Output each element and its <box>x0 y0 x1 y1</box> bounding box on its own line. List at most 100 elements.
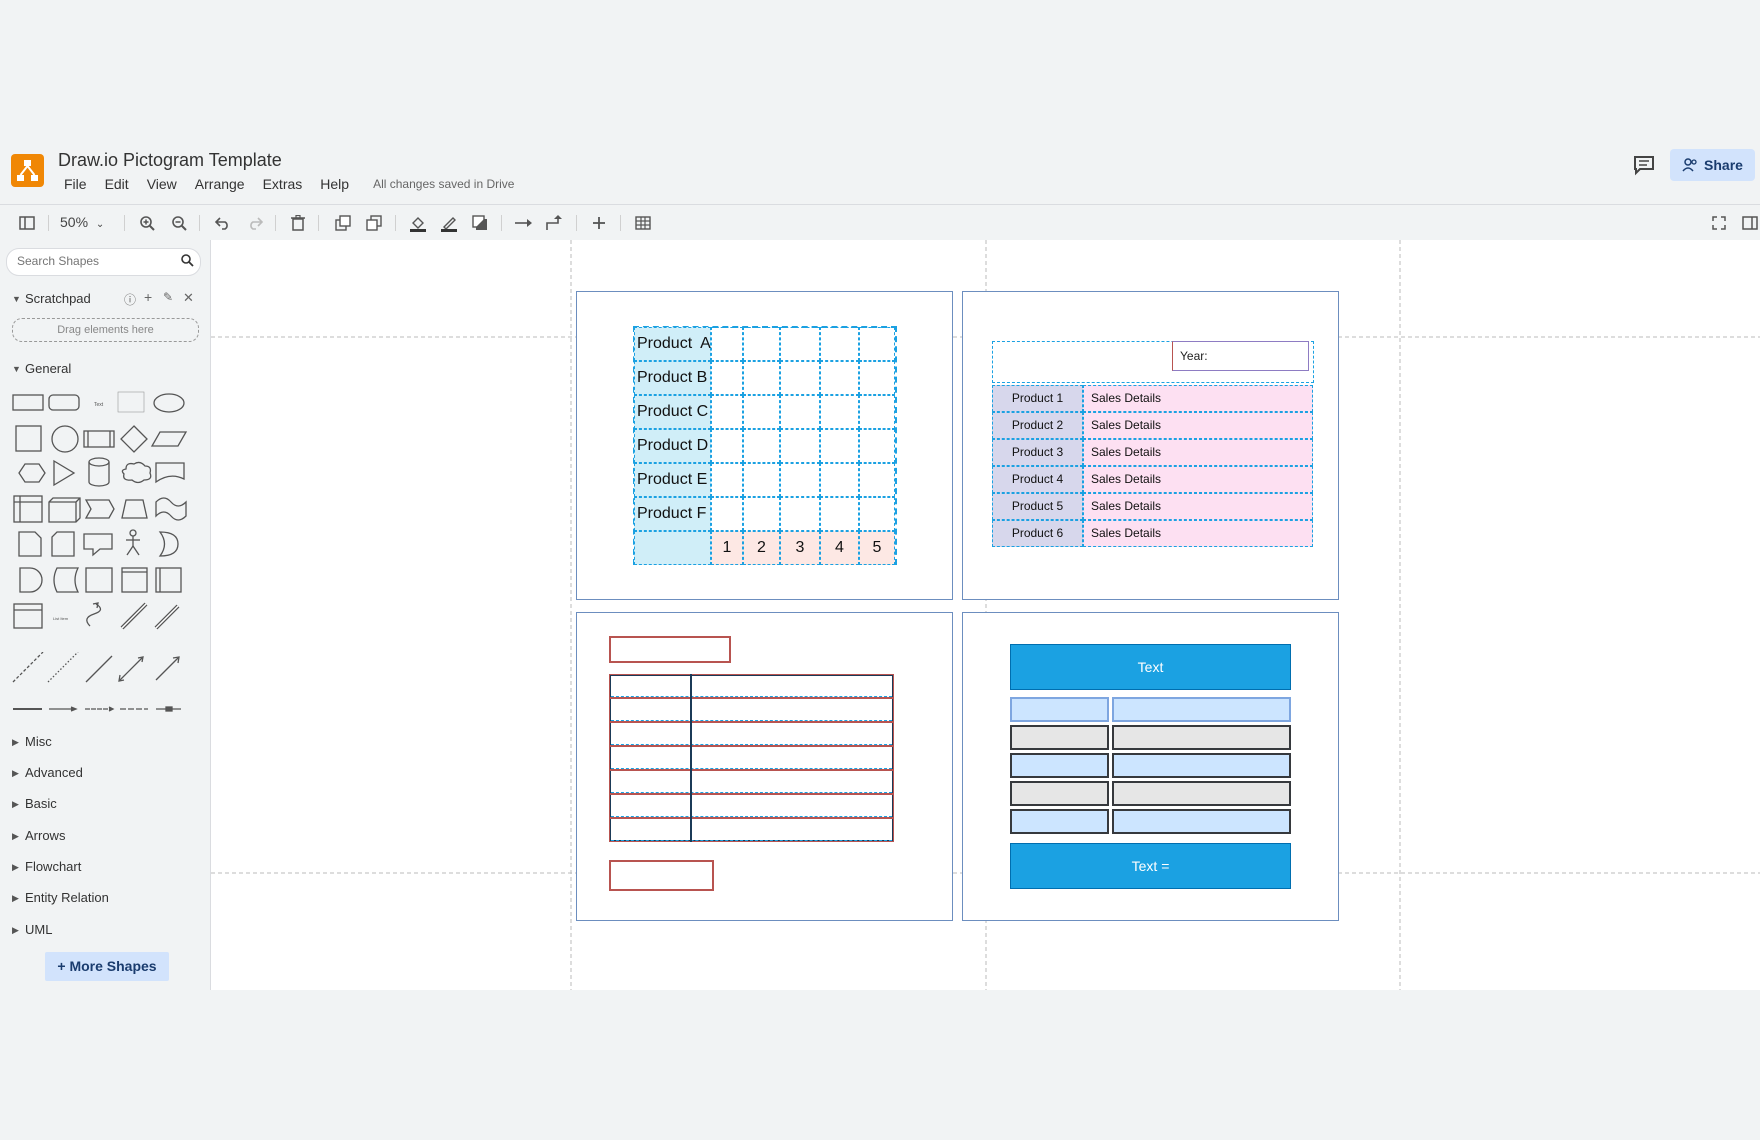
pictogram-cell[interactable] <box>743 497 780 531</box>
pictogram-cell[interactable] <box>859 429 895 463</box>
outline-table-page[interactable] <box>576 612 953 921</box>
blue-table-header[interactable]: Text <box>1010 644 1291 690</box>
pictogram-cell[interactable] <box>820 361 859 395</box>
pictogram-cell[interactable] <box>820 463 859 497</box>
section-uml[interactable]: UML <box>25 922 52 937</box>
advanced-caret-icon[interactable]: ▶ <box>12 768 19 779</box>
section-arrows[interactable]: Arrows <box>25 828 65 843</box>
share-button[interactable]: Share <box>1670 149 1755 181</box>
menu-view[interactable]: View <box>147 176 177 192</box>
connection-icon[interactable] <box>514 213 534 233</box>
more-shapes-button[interactable]: + More Shapes <box>45 952 169 981</box>
outline-table-cell[interactable] <box>691 698 894 722</box>
blue-table-cell[interactable] <box>1112 809 1291 834</box>
search-box[interactable] <box>6 248 201 276</box>
zoom-out-icon[interactable] <box>169 213 189 233</box>
outline-table-cell[interactable] <box>609 818 691 842</box>
outline-table-cell[interactable] <box>609 674 691 698</box>
scratchpad-label[interactable]: Scratchpad <box>25 291 91 306</box>
section-entity-relation[interactable]: Entity Relation <box>25 890 109 905</box>
sales-details-cell[interactable]: Sales Details <box>1083 385 1313 412</box>
diagram-canvas[interactable]: Product A Product B Product C Product D Prod… <box>211 240 1760 990</box>
pictogram-cell[interactable] <box>859 327 895 361</box>
outline-table-cell[interactable] <box>691 770 894 794</box>
pictogram-corner-cell[interactable] <box>634 531 711 565</box>
to-back-icon[interactable] <box>364 213 384 233</box>
pictogram-column-number[interactable]: 3 <box>780 531 820 565</box>
outline-table-cell[interactable] <box>691 818 894 842</box>
pictogram-row-label[interactable]: Product F <box>634 497 711 531</box>
pictogram-cell[interactable] <box>780 497 820 531</box>
fullscreen-icon[interactable] <box>1709 213 1729 233</box>
sales-product-cell[interactable]: Product 6 <box>992 520 1083 547</box>
connector-shapes-palette[interactable] <box>8 652 198 732</box>
uml-caret-icon[interactable]: ▶ <box>12 925 19 936</box>
blue-table-cell[interactable] <box>1010 753 1109 778</box>
general-shapes-palette[interactable]: Text List Item <box>8 382 198 652</box>
outline-table-cell[interactable] <box>691 794 894 818</box>
sales-product-cell[interactable]: Product 3 <box>992 439 1083 466</box>
section-misc[interactable]: Misc <box>25 734 52 749</box>
pictogram-cell[interactable] <box>711 327 743 361</box>
basic-caret-icon[interactable]: ▶ <box>12 799 19 810</box>
format-panel-icon[interactable] <box>17 213 37 233</box>
help-icon[interactable]: ⓘ <box>124 291 136 308</box>
pictogram-cell[interactable] <box>859 395 895 429</box>
undo-icon[interactable] <box>213 213 233 233</box>
flowchart-caret-icon[interactable]: ▶ <box>12 862 19 873</box>
pictogram-cell[interactable] <box>780 327 820 361</box>
outline-table-cell[interactable] <box>691 746 894 770</box>
document-title[interactable]: Draw.io Pictogram Template <box>58 150 282 171</box>
close-icon[interactable]: ✕ <box>183 290 194 306</box>
blue-table-page[interactable]: Text Text = <box>962 612 1339 921</box>
sales-product-cell[interactable]: Product 5 <box>992 493 1083 520</box>
line-color-icon[interactable] <box>439 213 459 233</box>
pictogram-row-label[interactable]: Product C <box>634 395 711 429</box>
add-icon[interactable]: + <box>144 289 152 305</box>
sales-details-cell[interactable]: Sales Details <box>1083 493 1313 520</box>
toggle-panel-icon[interactable] <box>1740 213 1760 233</box>
outline-table-cell[interactable] <box>609 794 691 818</box>
section-basic[interactable]: Basic <box>25 796 57 811</box>
pictogram-cell[interactable] <box>780 463 820 497</box>
general-label[interactable]: General <box>25 361 71 376</box>
pictogram-row-label[interactable]: Product B <box>634 361 711 395</box>
year-field[interactable]: Year: <box>1172 341 1309 371</box>
arrows-caret-icon[interactable]: ▶ <box>12 831 19 842</box>
outline-table-cell[interactable] <box>609 698 691 722</box>
menu-extras[interactable]: Extras <box>263 176 303 192</box>
pictogram-cell[interactable] <box>711 497 743 531</box>
pictogram-column-number[interactable]: 4 <box>820 531 859 565</box>
scratchpad-caret-icon[interactable]: ▼ <box>12 294 21 304</box>
menu-edit[interactable]: Edit <box>105 176 129 192</box>
to-front-icon[interactable] <box>333 213 353 233</box>
pictogram-cell[interactable] <box>859 361 895 395</box>
sales-details-cell[interactable]: Sales Details <box>1083 466 1313 493</box>
zoom-in-icon[interactable] <box>137 213 157 233</box>
pictogram-cell[interactable] <box>820 395 859 429</box>
pictogram-row-label[interactable]: Product E <box>634 463 711 497</box>
pictogram-cell[interactable] <box>859 497 895 531</box>
blue-table-footer[interactable]: Text = <box>1010 843 1291 889</box>
blue-table-cell[interactable] <box>1010 781 1109 806</box>
comment-icon[interactable] <box>1632 154 1656 176</box>
pictogram-row-label[interactable]: Product A <box>634 327 711 361</box>
menu-file[interactable]: File <box>64 176 87 192</box>
pictogram-row-label[interactable]: Product D <box>634 429 711 463</box>
fill-color-icon[interactable] <box>408 213 428 233</box>
blue-table-cell[interactable] <box>1112 753 1291 778</box>
pictogram-column-number[interactable]: 5 <box>859 531 895 565</box>
pictogram-column-number[interactable]: 1 <box>711 531 743 565</box>
general-caret-icon[interactable]: ▼ <box>12 364 21 374</box>
pictogram-cell[interactable] <box>820 429 859 463</box>
section-flowchart[interactable]: Flowchart <box>25 859 81 874</box>
pictogram-cell[interactable] <box>711 429 743 463</box>
pictogram-cell[interactable] <box>780 395 820 429</box>
sales-details-cell[interactable]: Sales Details <box>1083 439 1313 466</box>
pictogram-cell[interactable] <box>711 395 743 429</box>
sales-product-cell[interactable]: Product 1 <box>992 385 1083 412</box>
pictogram-cell[interactable] <box>780 429 820 463</box>
outline-table-cell[interactable] <box>609 746 691 770</box>
redo-icon[interactable] <box>245 213 265 233</box>
edit-icon[interactable]: ✎ <box>163 290 173 304</box>
